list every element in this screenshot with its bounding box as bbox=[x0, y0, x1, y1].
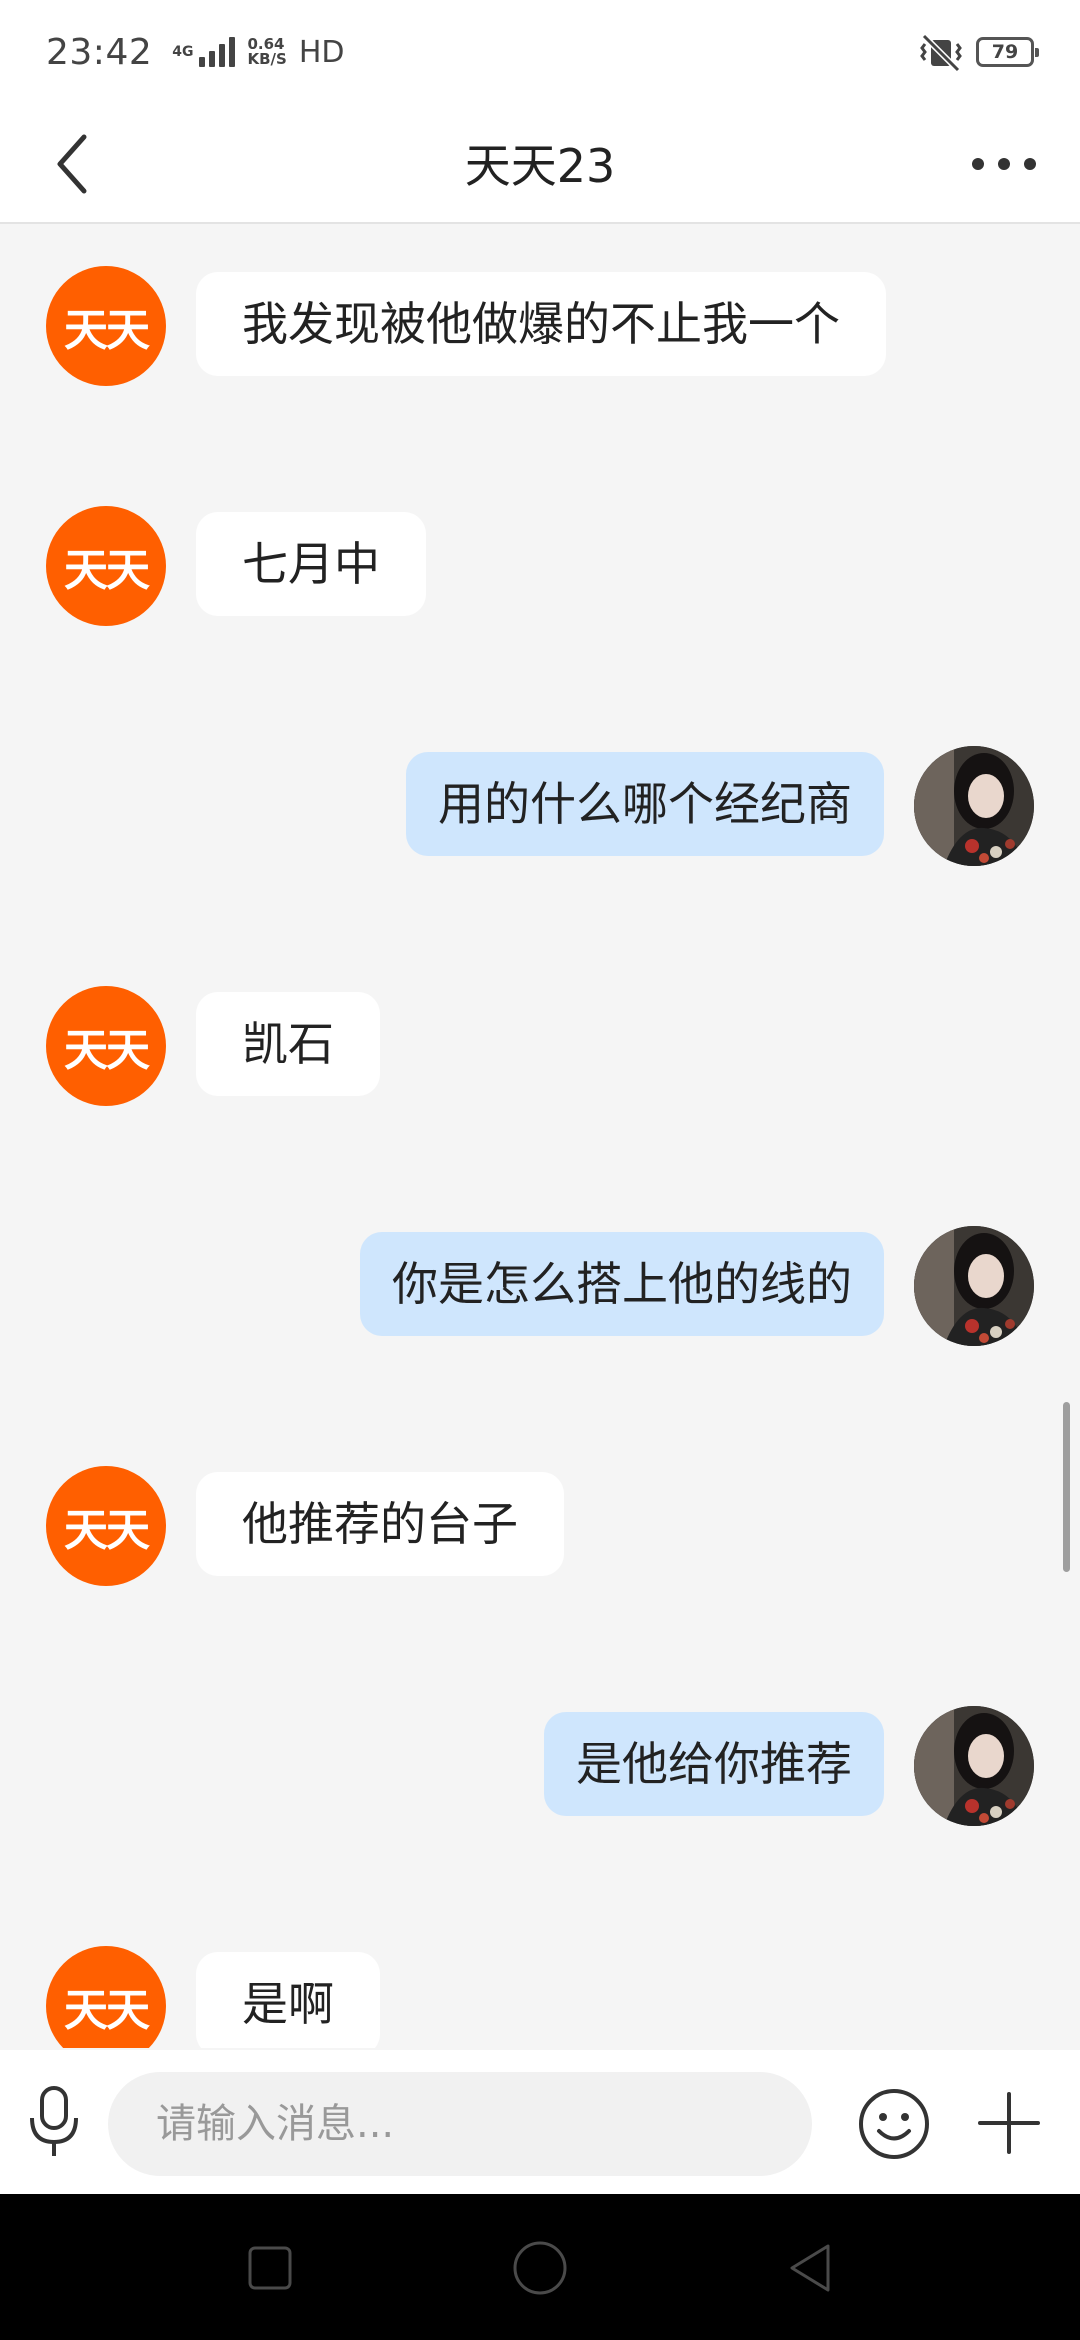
contact-avatar[interactable]: 天天 bbox=[46, 506, 166, 626]
profile-photo bbox=[914, 1226, 1034, 1346]
message-bubble[interactable]: 我发现被他做爆的不止我一个 bbox=[196, 272, 886, 376]
vibrate-icon bbox=[920, 33, 962, 72]
chat-header: 天天23 bbox=[0, 104, 1080, 224]
message-row: 天天 他推荐的台子 bbox=[0, 1466, 1080, 1586]
more-options-button[interactable] bbox=[954, 128, 1054, 200]
network-type: 4G bbox=[172, 44, 194, 60]
chevron-left-icon bbox=[57, 134, 87, 194]
contact-avatar[interactable]: 天天 bbox=[46, 1946, 166, 2048]
contact-avatar[interactable]: 天天 bbox=[46, 1466, 166, 1586]
status-right: 79 bbox=[918, 32, 1039, 72]
add-attachment-button[interactable] bbox=[972, 2086, 1046, 2160]
message-row: 天天 是啊 bbox=[0, 1946, 1080, 2048]
message-row: 天天 我发现被他做爆的不止我一个 bbox=[0, 266, 1080, 386]
recent-apps-icon bbox=[248, 2246, 292, 2290]
back-button[interactable] bbox=[36, 128, 108, 200]
message-list[interactable]: 天天 我发现被他做爆的不止我一个 天天 七月中 用的什么哪个经纪商 天天 凯石 … bbox=[0, 226, 1080, 2048]
system-back-button[interactable] bbox=[778, 2236, 842, 2300]
emoji-button[interactable] bbox=[856, 2086, 932, 2162]
message-input[interactable] bbox=[108, 2072, 812, 2176]
message-bubble[interactable]: 他推荐的台子 bbox=[196, 1472, 564, 1576]
my-avatar[interactable] bbox=[914, 1706, 1034, 1826]
profile-photo bbox=[914, 746, 1034, 866]
page-title: 天天23 bbox=[464, 139, 616, 193]
message-bubble[interactable]: 用的什么哪个经纪商 bbox=[406, 752, 884, 856]
contact-avatar[interactable]: 天天 bbox=[46, 266, 166, 386]
contact-avatar[interactable]: 天天 bbox=[46, 986, 166, 1106]
back-icon bbox=[790, 2244, 830, 2292]
message-row: 你是怎么搭上他的线的 bbox=[0, 1226, 1080, 1346]
input-bar bbox=[0, 2050, 1080, 2194]
hd-indicator: HD bbox=[298, 34, 345, 70]
profile-photo bbox=[914, 1706, 1034, 1826]
battery-icon: 79 bbox=[976, 37, 1039, 67]
status-bar: 23:42 4G 0.64 KB/S HD 79 bbox=[0, 0, 1080, 104]
network-status: 4G 0.64 KB/S HD bbox=[172, 35, 344, 70]
more-dots-icon bbox=[972, 158, 984, 170]
battery-level: 79 bbox=[991, 41, 1019, 63]
system-nav-bar bbox=[0, 2194, 1080, 2340]
recent-apps-button[interactable] bbox=[238, 2236, 302, 2300]
status-time: 23:42 bbox=[46, 31, 153, 73]
message-bubble[interactable]: 是啊 bbox=[196, 1952, 380, 2048]
speed-unit: KB/S bbox=[247, 50, 287, 68]
message-bubble[interactable]: 你是怎么搭上他的线的 bbox=[360, 1232, 884, 1336]
message-row: 天天 七月中 bbox=[0, 506, 1080, 626]
home-button[interactable] bbox=[508, 2236, 572, 2300]
more-dot bbox=[1024, 158, 1036, 170]
signal-icon bbox=[199, 37, 236, 67]
message-bubble[interactable]: 七月中 bbox=[196, 512, 426, 616]
more-dot bbox=[998, 158, 1010, 170]
voice-button[interactable] bbox=[24, 2084, 84, 2160]
message-row: 用的什么哪个经纪商 bbox=[0, 746, 1080, 866]
message-row: 天天 凯石 bbox=[0, 986, 1080, 1106]
chat-screen: 23:42 4G 0.64 KB/S HD 79 天天23 天天 我发现被他做爆… bbox=[0, 0, 1080, 2340]
home-icon bbox=[513, 2241, 567, 2295]
my-avatar[interactable] bbox=[914, 746, 1034, 866]
message-bubble[interactable]: 凯石 bbox=[196, 992, 380, 1096]
microphone-icon bbox=[30, 2086, 78, 2156]
scrollbar[interactable] bbox=[1063, 1402, 1070, 1572]
my-avatar[interactable] bbox=[914, 1226, 1034, 1346]
plus-icon bbox=[978, 2092, 1040, 2154]
message-bubble[interactable]: 是他给你推荐 bbox=[544, 1712, 884, 1816]
network-speed: 0.64 KB/S bbox=[247, 37, 286, 67]
emoji-icon bbox=[859, 2089, 929, 2159]
message-row: 是他给你推荐 bbox=[0, 1706, 1080, 1826]
